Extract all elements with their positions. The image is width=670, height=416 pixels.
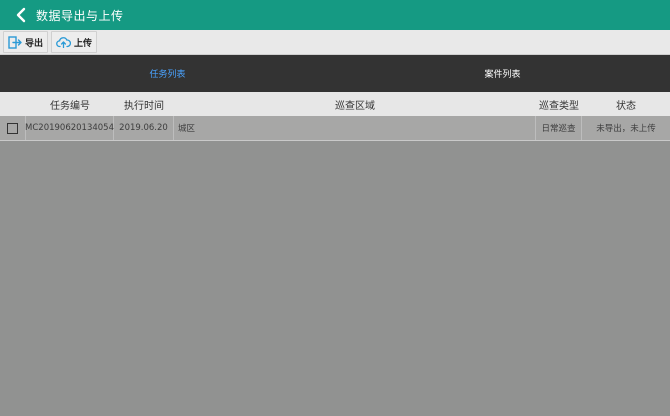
header-task-id: 任务编号 — [50, 100, 90, 112]
tab-case-list[interactable]: 案件列表 — [335, 55, 670, 92]
list-empty-area — [0, 141, 670, 416]
header-area: 巡查区域 — [335, 100, 375, 112]
tab-bar: 任务列表 案件列表 — [0, 55, 670, 92]
page-title: 数据导出与上传 — [36, 8, 124, 23]
row-select-cell — [0, 116, 26, 140]
export-icon — [8, 35, 22, 49]
table-header: 任务编号 执行时间 巡查区域 巡查类型 状态 — [0, 92, 670, 116]
cell-task-id: MC20190620134054 — [25, 116, 114, 140]
title-bar: 数据导出与上传 — [0, 0, 670, 30]
header-exec-time: 执行时间 — [124, 100, 164, 112]
chevron-left-icon — [16, 7, 26, 23]
upload-button[interactable]: 上传 — [51, 31, 98, 53]
row-checkbox[interactable] — [7, 122, 18, 134]
cloud-upload-icon — [56, 36, 72, 48]
cell-status: 未导出，未上传 — [596, 124, 656, 134]
export-button[interactable]: 导出 — [3, 31, 49, 53]
cell-area: 城区 — [174, 116, 536, 140]
tab-task-list[interactable]: 任务列表 — [0, 55, 335, 92]
header-status: 状态 — [616, 100, 636, 112]
header-select-col — [0, 92, 26, 116]
back-button[interactable] — [8, 0, 34, 30]
cell-type: 日常巡查 — [536, 116, 582, 140]
cell-exec-time: 2019.06.20 — [114, 116, 174, 140]
table-row[interactable]: MC20190620134054 2019.06.20 城区 日常巡查 未导出，… — [0, 116, 670, 141]
export-label: 导出 — [25, 38, 44, 49]
header-type: 巡查类型 — [539, 100, 579, 112]
upload-label: 上传 — [74, 38, 93, 49]
toolbar: 导出 上传 — [0, 30, 670, 55]
